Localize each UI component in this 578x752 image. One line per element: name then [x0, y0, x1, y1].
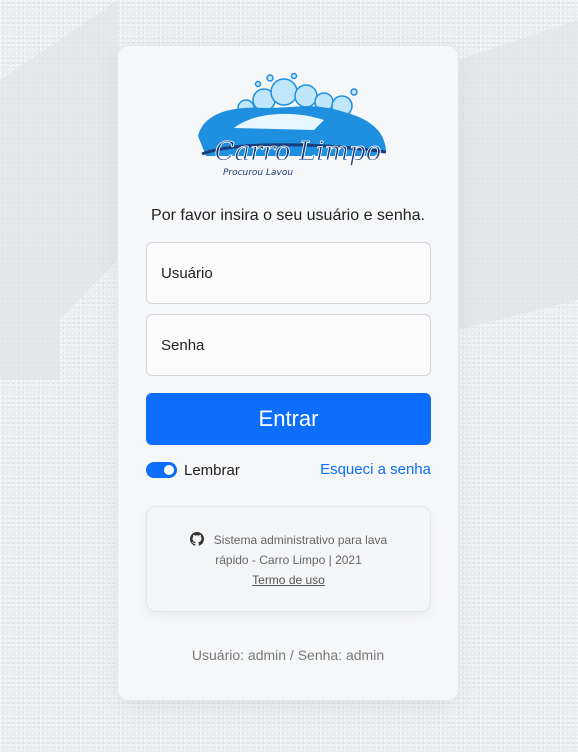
- footer-info-box: Sistema administrativo para lava rápido …: [146, 506, 431, 612]
- logo-brand-text: Carro Limpo: [215, 137, 382, 167]
- logo-tagline-text: Procurou Lavou: [223, 168, 293, 178]
- remember-toggle-switch[interactable]: [146, 462, 177, 478]
- password-field-wrapper: [146, 314, 431, 376]
- github-icon: [189, 532, 204, 546]
- footer-info-line-1: Sistema administrativo para lava: [147, 530, 430, 550]
- login-button[interactable]: Entrar: [146, 393, 431, 445]
- username-input[interactable]: [147, 243, 430, 303]
- carro-limpo-logo: Carro Limpo Procurou Lavou: [198, 72, 387, 178]
- forgot-password-link[interactable]: Esqueci a senha: [320, 461, 431, 478]
- username-field-wrapper: [146, 242, 431, 304]
- login-prompt: Por favor insira o seu usuário e senha.: [151, 207, 425, 224]
- remember-toggle-group[interactable]: Lembrar: [146, 460, 240, 480]
- remember-label: Lembrar: [184, 461, 240, 479]
- terms-of-use-link[interactable]: Termo de uso: [252, 573, 325, 587]
- footer-text-line-1: Sistema administrativo para lava: [213, 533, 388, 547]
- credentials-hint: Usuário: admin / Senha: admin: [191, 647, 385, 663]
- footer-text-line-2: rápido - Carro Limpo | 2021: [215, 553, 362, 567]
- password-input[interactable]: [147, 315, 430, 375]
- login-card: Carro Limpo Procurou Lavou Por favor ins…: [118, 46, 458, 700]
